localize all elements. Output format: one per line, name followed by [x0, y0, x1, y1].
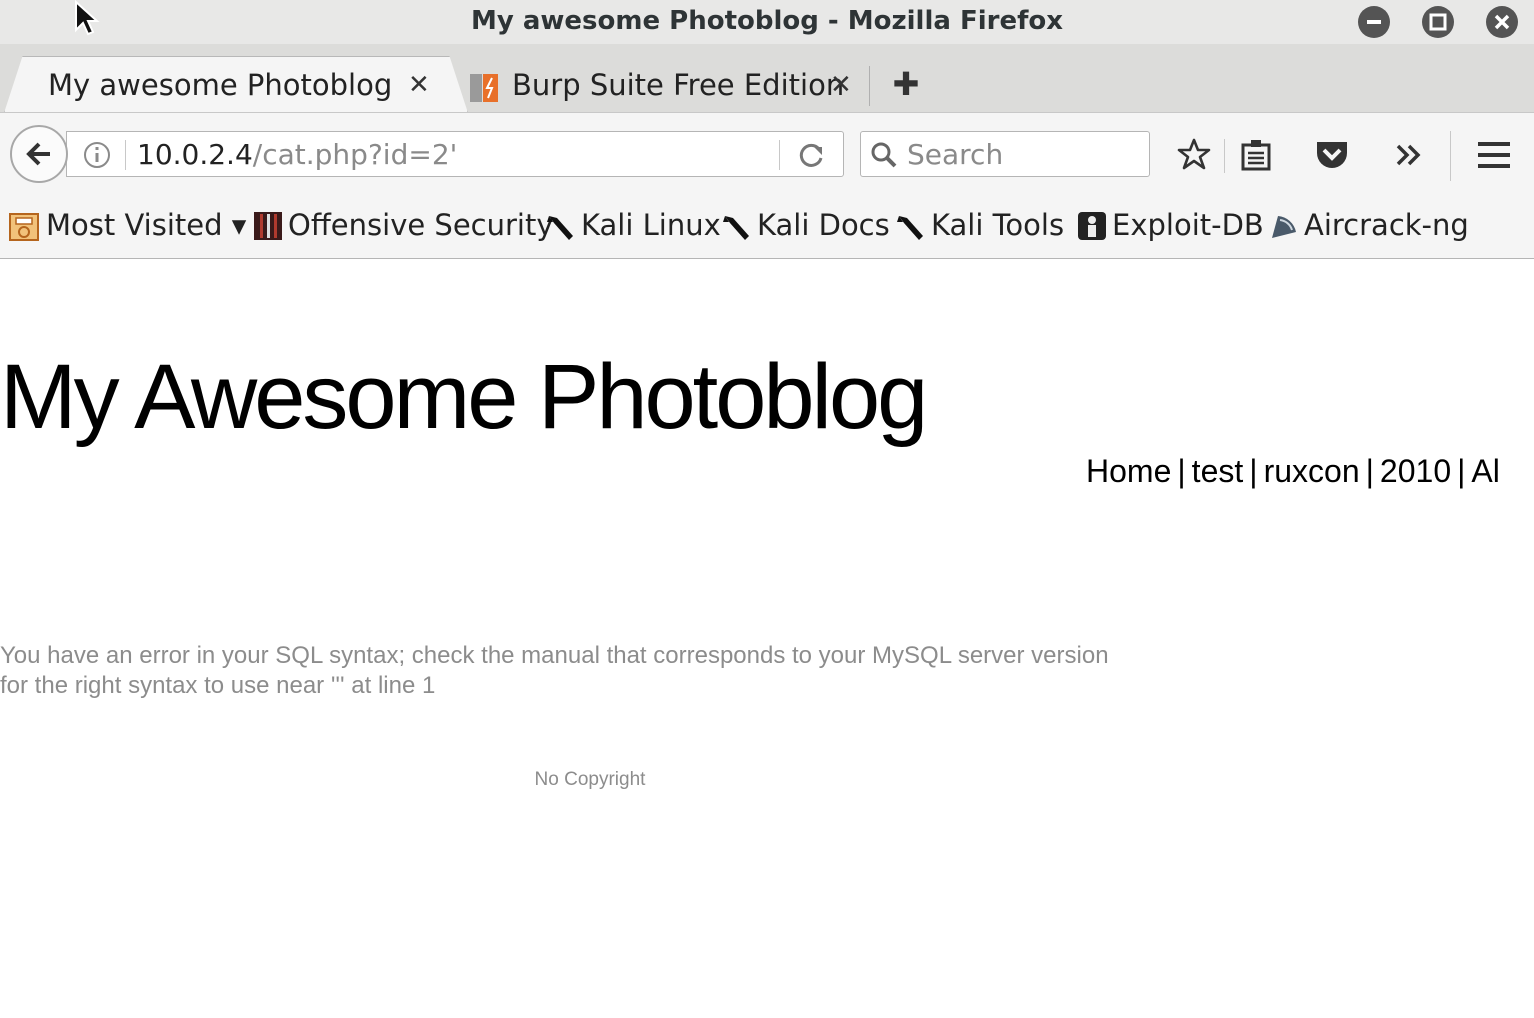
bookmark-label: Exploit-DB: [1112, 208, 1264, 242]
search-bar[interactable]: [860, 131, 1150, 177]
mouse-cursor-icon: [75, 0, 100, 36]
bookmark-label: Aircrack-ng: [1304, 208, 1469, 242]
nav-separator: |: [1177, 453, 1186, 489]
url-host: 10.0.2.4: [137, 138, 253, 171]
nav-link-test[interactable]: test: [1192, 453, 1244, 489]
toolbar-divider: [1450, 131, 1451, 181]
plus-icon: ✚: [892, 65, 920, 103]
nav-link-ruxcon[interactable]: ruxcon: [1264, 453, 1360, 489]
bookmark-label: Kali Linux: [581, 208, 721, 242]
kali-dragon-icon: [723, 216, 749, 240]
bookmark-label: Kali Docs: [757, 208, 890, 242]
nav-separator: |: [1249, 453, 1258, 489]
exploit-db-icon: [1078, 212, 1106, 240]
tab-burp-suite[interactable]: Burp Suite Free Edition ✕: [462, 56, 862, 112]
site-title: My Awesome Photoblog: [0, 346, 928, 448]
most-visited-icon: [9, 213, 39, 241]
overflow-chevron-icon[interactable]: [1394, 137, 1424, 173]
minimize-icon: [1367, 20, 1381, 24]
tab-label: Burp Suite Free Edition: [512, 68, 845, 102]
search-icon: [871, 142, 897, 168]
window-titlebar: My awesome Photoblog - Mozilla Firefox: [0, 0, 1534, 44]
tab-close-icon[interactable]: ✕: [830, 70, 852, 100]
burp-suite-icon: [470, 74, 498, 102]
bookmark-label: Most Visited ▾: [46, 208, 247, 242]
toolbar-divider: [1224, 139, 1225, 173]
navigation-toolbar: 10.0.2.4/cat.php?id=2': [0, 112, 1534, 197]
nav-link-2010[interactable]: 2010: [1380, 453, 1451, 489]
nav-link-home[interactable]: Home: [1086, 453, 1171, 489]
close-icon: [1494, 14, 1510, 30]
url-bar[interactable]: 10.0.2.4/cat.php?id=2': [66, 131, 844, 177]
nav-separator: |: [1365, 453, 1374, 489]
url-divider: [125, 140, 126, 170]
page-content: My Awesome Photoblog Home | test | ruxcon | 20…: [0, 259, 1534, 1018]
url-divider: [779, 140, 780, 170]
site-navigation: Home | test | ruxcon | 2010 | Al: [1086, 453, 1500, 490]
tab-strip: My awesome Photoblog ✕ Burp Suite Free E…: [0, 44, 1534, 113]
tab-label: My awesome Photoblog: [48, 68, 393, 102]
pocket-icon[interactable]: [1314, 137, 1350, 173]
maximize-window-button[interactable]: [1422, 6, 1454, 38]
nav-separator: |: [1457, 453, 1466, 489]
footer-copyright: No Copyright: [534, 769, 646, 790]
kali-dragon-icon: [547, 216, 573, 240]
bookmarks-menu-icon[interactable]: [1240, 137, 1272, 173]
close-window-button[interactable]: [1486, 6, 1518, 38]
kali-dragon-icon: [897, 216, 923, 240]
aircrack-icon: [1272, 216, 1296, 238]
window-title: My awesome Photoblog - Mozilla Firefox: [470, 6, 1064, 36]
sql-error-message: You have an error in your SQL syntax; ch…: [0, 642, 1109, 699]
tab-separator: [869, 66, 870, 106]
back-arrow-icon: [26, 142, 50, 166]
hamburger-menu-icon[interactable]: [1476, 137, 1512, 173]
search-input[interactable]: [907, 136, 1137, 172]
tab-close-icon[interactable]: ✕: [408, 70, 430, 100]
bookmark-label: Kali Tools: [931, 208, 1065, 242]
bookmark-label: Offensive Security: [288, 208, 554, 242]
back-button[interactable]: [10, 125, 68, 183]
minimize-window-button[interactable]: [1358, 6, 1390, 38]
url-path: /cat.php?id=2': [252, 138, 458, 171]
info-icon[interactable]: [83, 141, 111, 169]
bookmarks-toolbar: Most Visited ▾ Offensive Security Kali L…: [0, 196, 1534, 259]
reload-icon[interactable]: [797, 141, 827, 169]
nav-link-all[interactable]: Al: [1471, 453, 1499, 489]
offensive-security-icon: [254, 212, 282, 240]
new-tab-button[interactable]: ✚: [890, 64, 922, 104]
bookmark-star-icon[interactable]: [1176, 137, 1212, 173]
url-text[interactable]: 10.0.2.4/cat.php?id=2': [137, 138, 457, 171]
maximize-icon: [1429, 13, 1447, 31]
